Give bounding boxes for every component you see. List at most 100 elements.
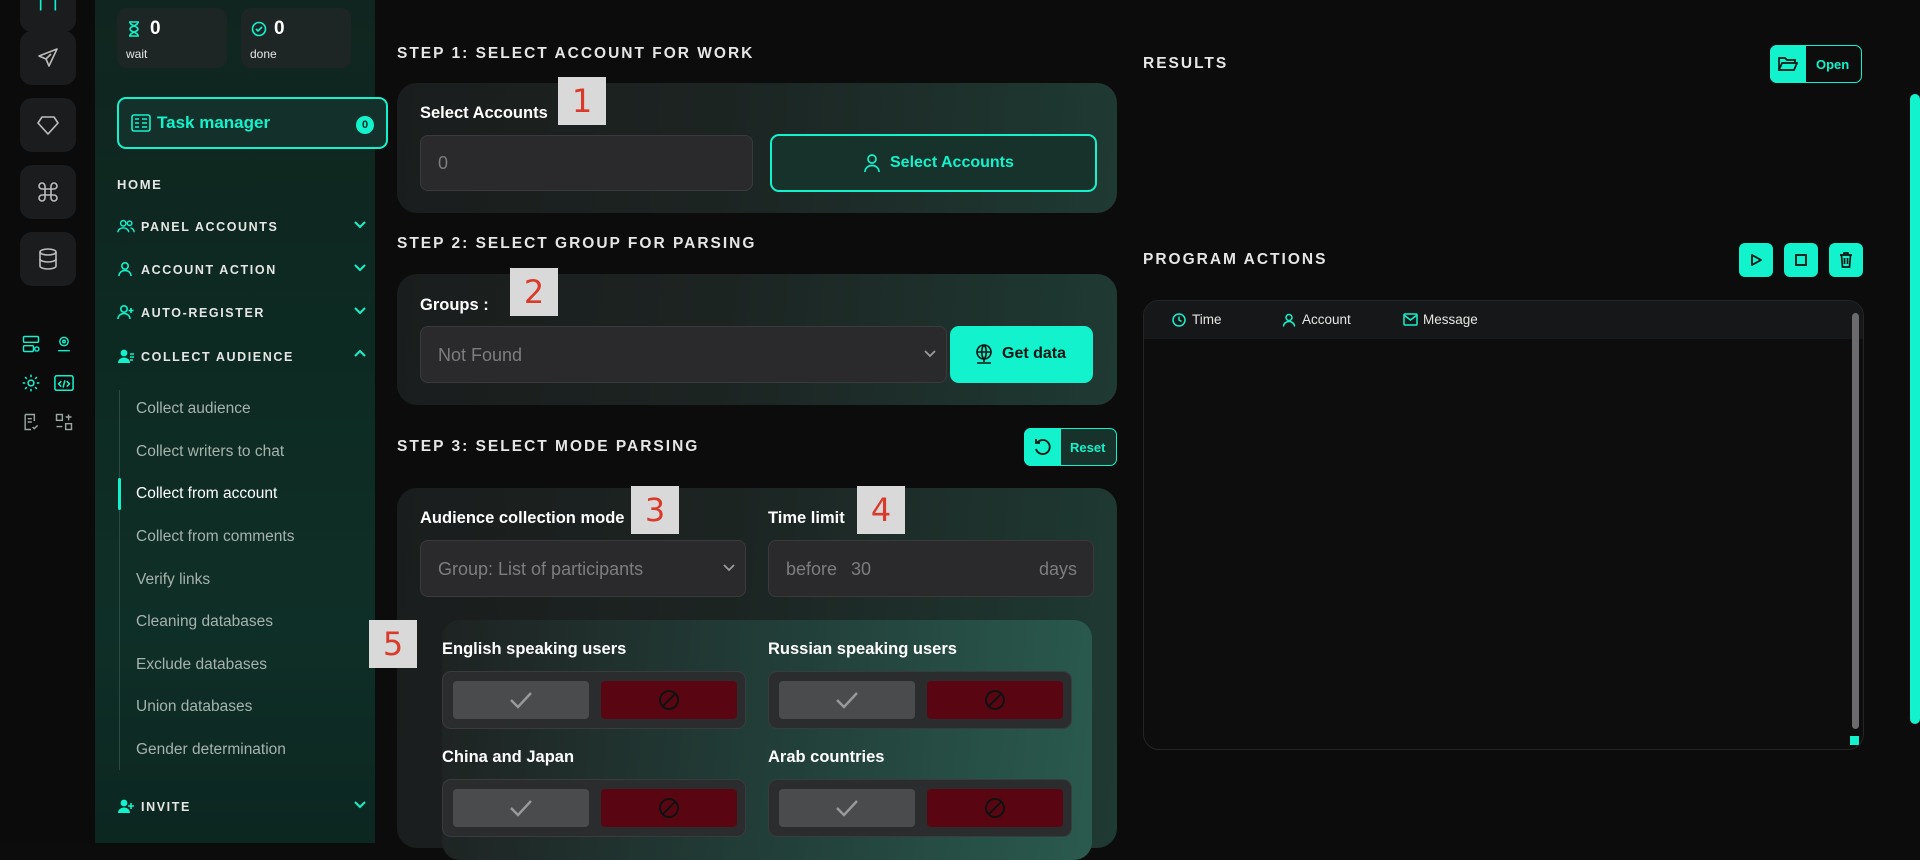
resize-handle[interactable] (1850, 736, 1859, 745)
submenu-collect-from-comments[interactable]: Collect from comments (136, 528, 294, 546)
submenu-collect-writers[interactable]: Collect writers to chat (136, 443, 284, 461)
submenu-guide-line (119, 390, 120, 770)
nav-section-label: COLLECT AUDIENCE (141, 350, 294, 364)
send-icon (36, 46, 60, 70)
diamond-icon (36, 113, 60, 137)
clock-icon (1172, 313, 1186, 327)
shapes-icon[interactable] (53, 411, 75, 433)
nav-section-auto-register[interactable]: AUTO-REGISTER (117, 301, 367, 325)
check-icon (835, 691, 859, 709)
actions-log-table: Time Account Message (1143, 300, 1864, 750)
chevron-down-icon (924, 350, 936, 358)
folder-open-icon (1770, 45, 1806, 83)
block-icon (658, 689, 680, 711)
nav-section-panel-accounts[interactable]: PANEL ACCOUNTS (117, 215, 367, 239)
groups-select[interactable]: Not Found (420, 326, 947, 383)
rail-button-send[interactable] (20, 31, 76, 85)
rail-button-database[interactable] (20, 232, 76, 286)
program-actions-title: PROGRAM ACTIONS (1143, 251, 1328, 268)
submenu-collect-audience[interactable]: Collect audience (136, 400, 251, 418)
page-scrollbar[interactable] (1910, 94, 1920, 724)
code-window-icon[interactable] (53, 372, 75, 394)
location-pin-icon[interactable] (53, 333, 75, 355)
nav-section-label: INVITE (141, 800, 191, 814)
exclude-button[interactable] (601, 681, 737, 719)
done-stat: 0 done (241, 8, 351, 68)
annotation-marker-4: 4 (857, 486, 905, 534)
checklist-icon[interactable] (20, 411, 42, 433)
nav-section-invite[interactable]: INVITE (117, 795, 367, 819)
time-limit-label: Time limit (768, 509, 845, 527)
rail-button-diamond[interactable] (20, 98, 76, 152)
settings-gear-icon[interactable] (20, 372, 42, 394)
submenu-active-indicator (118, 478, 121, 510)
submenu-verify-links[interactable]: Verify links (136, 571, 210, 589)
user-icon (117, 261, 133, 277)
log-scrollbar[interactable] (1852, 313, 1859, 729)
submenu-gender-determination[interactable]: Gender determination (136, 741, 286, 759)
chevron-down-icon (353, 262, 367, 272)
step2-title: STEP 2: SELECT GROUP FOR PARSING (397, 235, 757, 252)
stop-button[interactable] (1784, 243, 1818, 277)
step1-card: Select Accounts 0 Select Accounts (397, 83, 1117, 213)
clear-log-button[interactable] (1829, 243, 1863, 277)
play-button[interactable] (1739, 243, 1773, 277)
reset-button-label: Reset (1070, 440, 1106, 455)
step3-card: Audience collection mode Group: List of … (397, 488, 1117, 860)
rail-button-top[interactable] (20, 0, 76, 32)
language-label-russian: Russian speaking users (768, 640, 957, 658)
select-accounts-button-label: Select Accounts (890, 154, 1014, 171)
include-button[interactable] (453, 681, 589, 719)
get-data-button-label: Get data (1002, 345, 1067, 362)
exclude-button[interactable] (927, 789, 1063, 827)
mode-select[interactable]: Group: List of participants (420, 540, 746, 597)
time-limit-value: 30 (851, 559, 872, 579)
exclude-button[interactable] (601, 789, 737, 827)
task-manager-label: Task manager (157, 113, 271, 132)
command-icon (36, 180, 60, 204)
get-data-button[interactable]: Get data (950, 326, 1093, 383)
nav-section-account-action[interactable]: ACCOUNT ACTION (117, 258, 367, 282)
app-rail (0, 0, 95, 843)
stop-icon (1795, 254, 1807, 266)
exclude-button[interactable] (927, 681, 1063, 719)
wait-count: 0 (150, 18, 161, 39)
globe-network-icon (973, 343, 995, 365)
task-manager-badge: 0 (356, 116, 374, 134)
submenu-union-databases[interactable]: Union databases (136, 698, 252, 716)
chevron-up-icon (353, 349, 367, 359)
include-button[interactable] (779, 789, 915, 827)
rail-button-command[interactable] (20, 165, 76, 219)
select-accounts-button[interactable]: Select Accounts (770, 134, 1097, 192)
submenu-collect-from-account[interactable]: Collect from account (136, 485, 277, 503)
nav-section-label: ACCOUNT ACTION (141, 263, 277, 277)
language-label-english: English speaking users (442, 640, 627, 658)
submenu-cleaning-databases[interactable]: Cleaning databases (136, 613, 273, 631)
check-circle-icon (251, 21, 267, 37)
nav-home[interactable]: HOME (117, 177, 162, 192)
mode-label: Audience collection mode (420, 509, 625, 527)
language-label-arab: Arab countries (768, 748, 885, 766)
open-results-button[interactable]: Open (1770, 45, 1862, 83)
groups-select-value: Not Found (438, 345, 523, 365)
language-label-china-japan: China and Japan (442, 748, 575, 766)
annotation-marker-2: 2 (510, 268, 558, 316)
hourglass-icon (127, 21, 141, 37)
task-manager-button[interactable]: Task manager 0 (117, 97, 388, 149)
include-button[interactable] (453, 789, 589, 827)
submenu-exclude-databases[interactable]: Exclude databases (136, 656, 267, 674)
column-account-label: Account (1302, 312, 1351, 327)
done-count: 0 (274, 18, 285, 39)
step1-title: STEP 1: SELECT ACCOUNT FOR WORK (397, 45, 755, 62)
database-icon (36, 247, 60, 271)
nav-section-collect-audience[interactable]: COLLECT AUDIENCE (117, 345, 367, 369)
user-icon (1282, 313, 1296, 327)
include-button[interactable] (779, 681, 915, 719)
chevron-down-icon (353, 799, 367, 809)
groups-label: Groups : (420, 296, 489, 314)
time-limit-field[interactable]: before 30 days (768, 540, 1094, 597)
check-icon (509, 799, 533, 817)
server-list-icon[interactable] (20, 333, 42, 355)
accounts-count-field[interactable]: 0 (420, 135, 753, 191)
reset-button[interactable]: Reset (1024, 428, 1117, 466)
